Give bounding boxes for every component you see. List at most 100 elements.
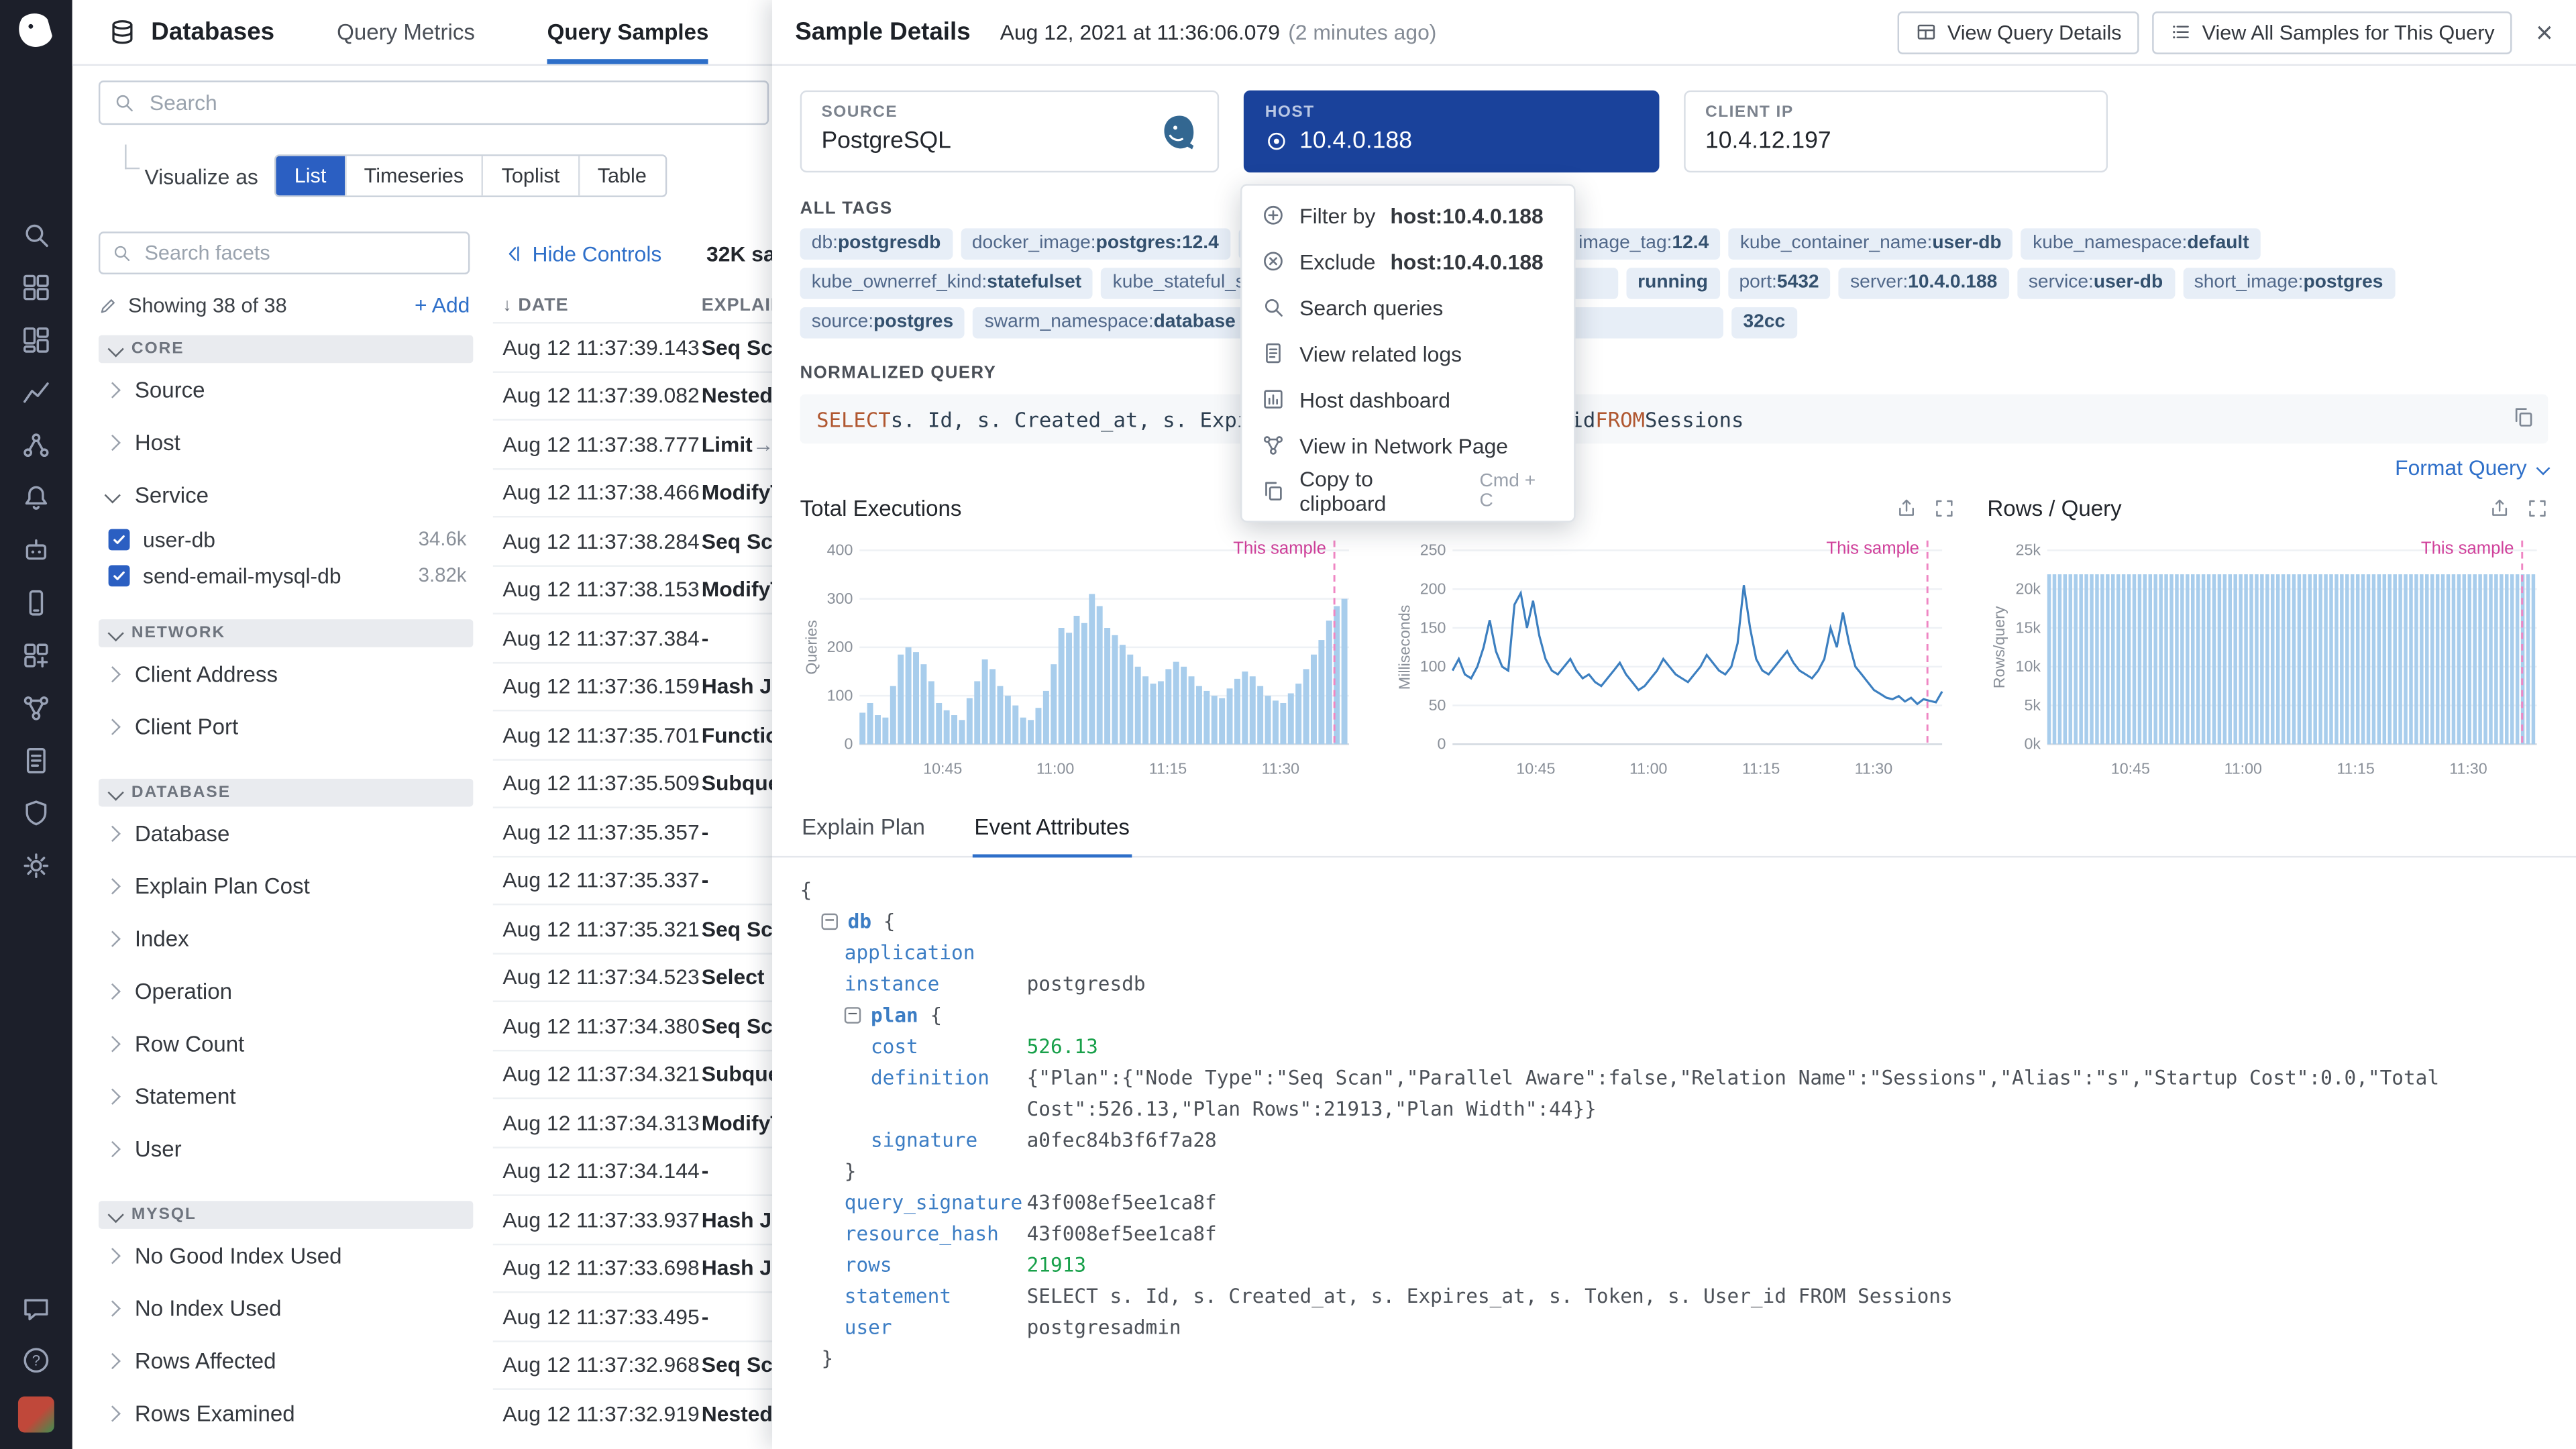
collapse-toggle-icon[interactable]: − bbox=[845, 1007, 861, 1023]
copy-icon[interactable] bbox=[2502, 406, 2535, 429]
search-input[interactable] bbox=[146, 89, 754, 117]
sample-row[interactable]: Aug 12 11:37:39.082Nested bbox=[493, 370, 774, 419]
host-card[interactable]: HOST 10.4.0.188 bbox=[1244, 91, 1660, 172]
tag[interactable]: kube_ownerref_kind:statefulset bbox=[800, 268, 1093, 299]
source-card[interactable]: SOURCE PostgreSQL bbox=[800, 91, 1219, 172]
tag[interactable]: kube_container_name:user-db bbox=[1729, 228, 2013, 260]
dashboards-icon[interactable] bbox=[21, 325, 51, 355]
monitors-icon[interactable] bbox=[21, 483, 51, 513]
tag[interactable]: short_image:postgres bbox=[2183, 268, 2395, 299]
tag[interactable]: kube_namespace:default bbox=[2021, 228, 2261, 260]
sample-row[interactable]: Aug 12 11:37:38.153ModifyT bbox=[493, 564, 774, 612]
facet-section-header[interactable]: CORE bbox=[99, 335, 473, 364]
tag[interactable]: db:postgresdb bbox=[800, 228, 953, 260]
network-icon[interactable] bbox=[21, 693, 51, 722]
menu-item-copy-to-clipboard[interactable]: Copy to clipboardCmd + C bbox=[1242, 468, 1574, 515]
facet-item-row-count[interactable]: Row Count bbox=[99, 1017, 473, 1069]
sample-row[interactable]: Aug 12 11:37:35.509Subque bbox=[493, 758, 774, 806]
tag[interactable]: 32cc bbox=[1731, 307, 1796, 339]
row-open-arrow-icon[interactable]: → bbox=[753, 431, 774, 456]
facet-item-rows-affected[interactable]: Rows Affected bbox=[99, 1334, 473, 1387]
tag[interactable]: server:10.4.0.188 bbox=[1839, 268, 2009, 299]
sample-row[interactable]: Aug 12 11:37:36.159Hash Jo bbox=[493, 661, 774, 710]
tab-event-attributes[interactable]: Event Attributes bbox=[973, 800, 1131, 858]
menu-item-exclude[interactable]: Exclude host:10.4.0.188 bbox=[1242, 238, 1574, 284]
apm-icon[interactable] bbox=[21, 431, 51, 460]
sample-row[interactable]: Aug 12 11:37:33.698Hash Jo bbox=[493, 1243, 774, 1291]
facet-item-index[interactable]: Index bbox=[99, 912, 473, 964]
facet-search[interactable] bbox=[99, 231, 470, 274]
sample-row[interactable]: Aug 12 11:37:34.144- bbox=[493, 1146, 774, 1194]
facet-section-header[interactable]: DATABASE bbox=[99, 779, 473, 807]
facet-section-header[interactable]: MYSQL bbox=[99, 1201, 473, 1229]
hide-controls-button[interactable]: Hide Controls bbox=[502, 241, 661, 266]
facet-item-service[interactable]: Service bbox=[99, 468, 473, 521]
metrics-icon[interactable] bbox=[21, 378, 51, 407]
facet-item-no-good-index-used[interactable]: No Good Index Used bbox=[99, 1229, 473, 1281]
tag[interactable]: docker_image:postgres:12.4 bbox=[961, 228, 1230, 260]
sample-row[interactable]: Aug 12 11:37:38.466ModifyT bbox=[493, 468, 774, 516]
infrastructure-icon[interactable] bbox=[21, 273, 51, 303]
help-icon[interactable]: ? bbox=[21, 1346, 51, 1375]
view-all-samples-button[interactable]: View All Samples for This Query bbox=[2153, 11, 2513, 54]
client-ip-card[interactable]: CLIENT IP 10.4.12.197 bbox=[1684, 91, 2108, 172]
integrations-icon[interactable] bbox=[21, 641, 51, 670]
sample-row[interactable]: Aug 12 11:37:38.284Seq Sca bbox=[493, 516, 774, 564]
facet-item-statement[interactable]: Statement bbox=[99, 1069, 473, 1122]
sample-row[interactable]: Aug 12 11:37:38.777Limit→ bbox=[493, 419, 774, 467]
sample-row[interactable]: Aug 12 11:37:32.968Seq Sca bbox=[493, 1340, 774, 1388]
tag[interactable]: swarm_namespace:database bbox=[973, 307, 1247, 339]
tab-explain-plan[interactable]: Explain Plan bbox=[800, 800, 927, 858]
close-icon[interactable]: × bbox=[2536, 17, 2553, 47]
datadog-logo-icon[interactable] bbox=[13, 10, 60, 56]
sample-row[interactable]: Aug 12 11:37:33.937Hash Jo bbox=[493, 1194, 774, 1242]
checkbox[interactable] bbox=[109, 564, 130, 586]
facet-value-send-email-mysql-db[interactable]: send-email-mysql-db3.82k bbox=[99, 557, 473, 593]
facet-item-source[interactable]: Source bbox=[99, 363, 473, 415]
user-avatar[interactable] bbox=[18, 1397, 54, 1433]
settings-icon[interactable] bbox=[21, 851, 51, 881]
search-icon[interactable] bbox=[21, 220, 51, 250]
visualize-option-table[interactable]: Table bbox=[578, 156, 665, 196]
tab-query-samples[interactable]: Query Samples bbox=[547, 0, 709, 64]
search-bar[interactable] bbox=[99, 80, 769, 125]
security-icon[interactable] bbox=[21, 798, 51, 828]
visualize-option-list[interactable]: List bbox=[276, 156, 345, 196]
tag[interactable]: source:postgres bbox=[800, 307, 965, 339]
facet-item-explain-plan-cost[interactable]: Explain Plan Cost bbox=[99, 859, 473, 912]
facet-item-rows-examined[interactable]: Rows Examined bbox=[99, 1387, 473, 1439]
checkbox[interactable] bbox=[109, 528, 130, 549]
add-facet-button[interactable]: + Add bbox=[415, 292, 470, 317]
sample-row[interactable]: Aug 12 11:37:32.919Nested bbox=[493, 1388, 774, 1436]
sample-row[interactable]: Aug 12 11:37:34.523Select bbox=[493, 952, 774, 1000]
facet-item-user[interactable]: User bbox=[99, 1122, 473, 1175]
tag[interactable]: port:5432 bbox=[1727, 268, 1830, 299]
sample-row[interactable]: Aug 12 11:37:37.384- bbox=[493, 612, 774, 661]
facet-item-host[interactable]: Host bbox=[99, 416, 473, 468]
menu-item-search-queries[interactable]: Search queries bbox=[1242, 284, 1574, 331]
tag[interactable]: running bbox=[1626, 268, 1719, 299]
facet-search-input[interactable] bbox=[142, 240, 457, 266]
tab-query-metrics[interactable]: Query Metrics bbox=[337, 0, 475, 64]
tag[interactable]: service:user-db bbox=[2017, 268, 2175, 299]
expand-icon[interactable] bbox=[1933, 498, 1955, 519]
collapse-toggle-icon[interactable]: − bbox=[821, 914, 837, 930]
sample-row[interactable]: Aug 12 11:37:35.357- bbox=[493, 806, 774, 855]
menu-item-host-dashboard[interactable]: Host dashboard bbox=[1242, 376, 1574, 423]
facet-item-database[interactable]: Database bbox=[99, 806, 473, 859]
sample-row[interactable]: Aug 12 11:37:34.380Seq Sca bbox=[493, 1000, 774, 1049]
view-query-details-button[interactable]: View Query Details bbox=[1898, 11, 2139, 54]
sort-date-header[interactable]: ↓ DATE bbox=[502, 296, 568, 315]
sample-row[interactable]: Aug 12 11:37:35.337- bbox=[493, 855, 774, 904]
facet-section-header[interactable]: NETWORK bbox=[99, 619, 473, 647]
rum-icon[interactable] bbox=[21, 588, 51, 618]
facet-item-client-address[interactable]: Client Address bbox=[99, 647, 473, 700]
sample-row[interactable]: Aug 12 11:37:39.143Seq Sca bbox=[493, 322, 774, 370]
visualize-option-toplist[interactable]: Toplist bbox=[482, 156, 578, 196]
logs-icon[interactable] bbox=[21, 746, 51, 775]
sample-row[interactable]: Aug 12 11:37:34.313ModifyT bbox=[493, 1097, 774, 1146]
sample-row[interactable]: Aug 12 11:37:35.701Functio bbox=[493, 710, 774, 758]
expand-icon[interactable] bbox=[2526, 498, 2548, 519]
tag[interactable]: image_tag:12.4 bbox=[1567, 228, 1720, 260]
export-icon[interactable] bbox=[1895, 498, 1917, 519]
